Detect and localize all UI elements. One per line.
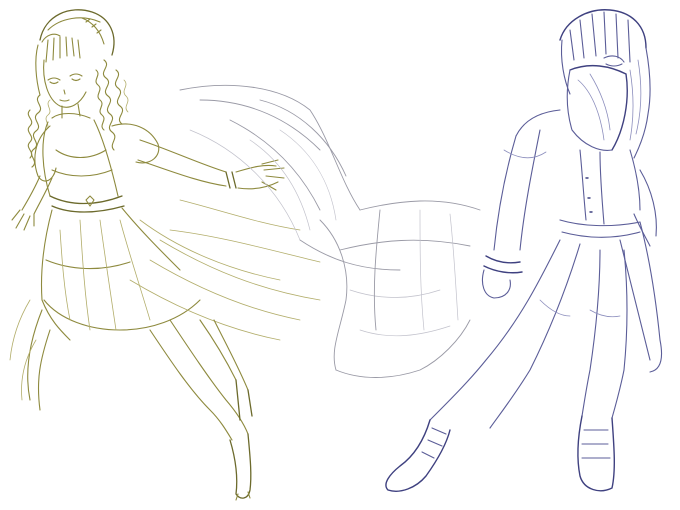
- flowing-cape: [179, 84, 481, 378]
- right-figure-masked-man: [385, 9, 663, 492]
- girl-bodice: [42, 119, 125, 213]
- girl-right-arm: [111, 123, 285, 191]
- man-face-mask: [566, 55, 628, 151]
- girl-skirt: [9, 199, 321, 411]
- girl-collar: [51, 112, 91, 119]
- sketch-illustration: [9, 9, 663, 501]
- girl-left-arm: [11, 125, 57, 231]
- man-hair: [559, 9, 651, 159]
- man-boots: [385, 415, 616, 492]
- left-figure-girl: [9, 9, 321, 501]
- man-coat: [515, 109, 663, 373]
- man-left-arm: [481, 129, 547, 299]
- man-legs: [429, 239, 628, 429]
- girl-legs: [149, 319, 253, 501]
- sketch-canvas: [0, 0, 680, 510]
